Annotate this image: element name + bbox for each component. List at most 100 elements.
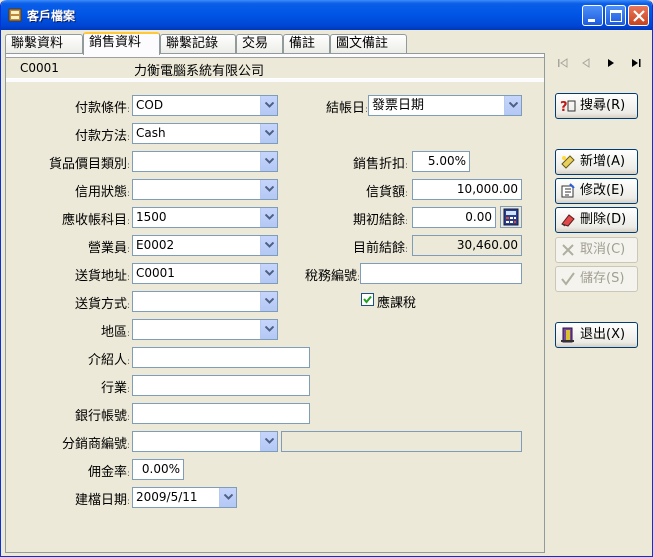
customer-file-window: 客戶檔案 聯繫資料 銷售資料 聯繫記錄 交易 備註 圖文備註 C0001 力衡電… (0, 0, 653, 557)
distributor-code-select[interactable] (132, 431, 278, 452)
referrer-input[interactable] (132, 347, 310, 368)
chevron-down-icon[interactable] (260, 180, 277, 199)
exit-door-icon (561, 327, 574, 343)
chevron-down-icon[interactable] (260, 292, 277, 311)
bank-account-label: 銀行帳號: (74, 409, 130, 424)
add-record-icon (561, 155, 575, 169)
title-bar[interactable]: 客戶檔案 (1, 0, 652, 30)
payment-method-label: 付款方法: (74, 129, 130, 144)
chevron-down-icon[interactable] (260, 432, 277, 451)
maximize-button[interactable] (605, 5, 626, 26)
distributor-name-display (281, 431, 522, 452)
checkmark-icon (561, 272, 575, 286)
tax-id-label: 稅務編號: (304, 269, 360, 284)
customer-code: C0001 (20, 61, 59, 75)
ship-address-select[interactable]: C0001 (132, 263, 278, 284)
edit-record-icon (561, 183, 575, 198)
closing-date-select[interactable]: 發票日期 (368, 95, 522, 116)
app-icon (8, 8, 22, 22)
window-title: 客戶檔案 (27, 9, 76, 23)
svg-text:?: ? (560, 100, 568, 114)
prev-record-icon[interactable] (581, 58, 591, 68)
chevron-down-icon[interactable] (260, 320, 277, 339)
ship-address-label: 送貨地址: (74, 269, 130, 284)
chevron-down-icon[interactable] (260, 264, 277, 283)
close-button[interactable] (628, 5, 649, 26)
current-balance-label: 目前結餘: (352, 241, 408, 256)
tab-notes[interactable]: 備註 (283, 34, 330, 54)
cancel-icon (562, 244, 574, 256)
last-record-icon[interactable] (630, 58, 642, 68)
credit-limit-label: 信貨額: (365, 185, 408, 200)
chevron-down-icon[interactable] (219, 488, 236, 507)
delete-button[interactable]: 刪除(D) (555, 207, 638, 233)
opening-balance-label: 期初結餘: (352, 213, 408, 228)
search-icon: ? (560, 100, 576, 114)
region-select[interactable] (132, 319, 278, 340)
customer-name: 力衡電腦系統有限公司 (134, 64, 265, 79)
payment-terms-select[interactable]: COD (132, 95, 278, 116)
calculator-icon (503, 208, 519, 226)
taxable-label: 應課稅 (377, 296, 417, 311)
add-button[interactable]: 新增(A) (555, 149, 638, 175)
salesperson-select[interactable]: E0002 (132, 235, 278, 256)
search-button[interactable]: ? 搜尋(R) (555, 93, 638, 119)
commission-rate-label: 佣金率: (87, 465, 130, 480)
sales-discount-label: 銷售折扣: (352, 157, 408, 172)
credit-limit-input[interactable]: 10,000.00 (412, 179, 522, 200)
created-date-picker[interactable]: 2009/5/11 (132, 487, 237, 508)
chevron-down-icon[interactable] (260, 96, 277, 115)
minimize-button[interactable] (582, 5, 603, 26)
chevron-down-icon[interactable] (260, 208, 277, 227)
chevron-down-icon[interactable] (504, 96, 521, 115)
commission-rate-input[interactable]: 0.00% (132, 459, 184, 480)
referrer-label: 介紹人: (87, 353, 130, 368)
chevron-down-icon[interactable] (260, 236, 277, 255)
payment-terms-label: 付款條件: (74, 101, 130, 116)
close-icon (633, 10, 645, 22)
tab-image-notes[interactable]: 圖文備註 (330, 34, 407, 54)
next-record-icon[interactable] (606, 58, 616, 68)
tab-contact-log[interactable]: 聯繫記錄 (160, 34, 236, 54)
credit-status-select[interactable] (132, 179, 278, 200)
opening-balance-input[interactable]: 0.00 (412, 207, 496, 228)
edit-button[interactable]: 修改(E) (555, 178, 638, 204)
closing-date-label: 結帳日: (325, 101, 368, 116)
sales-discount-input[interactable]: 5.00% (412, 151, 470, 172)
tab-contact-info[interactable]: 聯繫資料 (5, 34, 83, 54)
ship-method-select[interactable] (132, 291, 278, 312)
ship-method-label: 送貨方式: (74, 297, 130, 312)
cancel-button[interactable]: 取消(C) (555, 237, 638, 263)
chevron-down-icon[interactable] (260, 152, 277, 171)
ar-account-label: 應收帳科目: (61, 213, 130, 228)
salesperson-label: 營業員: (87, 241, 130, 256)
payment-method-select[interactable]: Cash (132, 123, 278, 144)
sales-info-panel: C0001 力衡電腦系統有限公司 付款條件: COD 付款方法: Cash 貨品… (5, 53, 545, 553)
maximize-icon (610, 10, 622, 22)
checkmark-icon (363, 295, 372, 304)
minimize-icon (588, 19, 595, 22)
save-button[interactable]: 儲存(S) (555, 266, 638, 292)
tab-transactions[interactable]: 交易 (236, 34, 283, 54)
industry-label: 行業: (100, 381, 130, 396)
price-category-select[interactable] (132, 151, 278, 172)
tab-sales-info[interactable]: 銷售資料 (83, 32, 160, 55)
first-record-icon[interactable] (557, 58, 569, 68)
exit-button[interactable]: 退出(X) (555, 322, 638, 348)
tax-id-input[interactable] (360, 263, 522, 284)
eraser-icon (561, 214, 575, 227)
taxable-checkbox[interactable] (361, 293, 374, 306)
ar-account-select[interactable]: 1500 (132, 207, 278, 228)
credit-status-label: 信用狀態: (74, 185, 130, 200)
customer-header: C0001 力衡電腦系統有限公司 (6, 57, 544, 79)
region-label: 地區: (100, 325, 130, 340)
calculator-button[interactable] (500, 206, 522, 228)
distributor-code-label: 分銷商編號: (61, 437, 130, 452)
chevron-down-icon[interactable] (260, 124, 277, 143)
sales-form: 付款條件: COD 付款方法: Cash 貨品價目類別: 信用狀態: 應收帳科目… (6, 82, 544, 552)
industry-input[interactable] (132, 375, 310, 396)
current-balance-display: 30,460.00 (412, 235, 522, 256)
bank-account-input[interactable] (132, 403, 310, 424)
created-date-label: 建檔日期: (74, 493, 130, 508)
price-category-label: 貨品價目類別: (48, 157, 130, 172)
